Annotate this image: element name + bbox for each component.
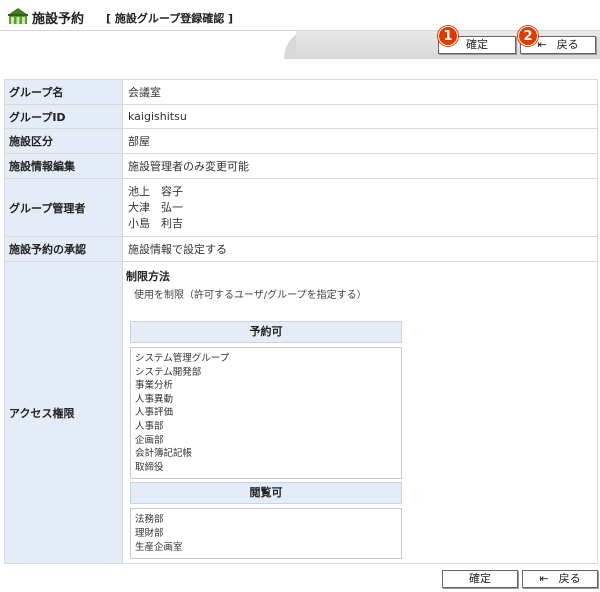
page-header: 施設予約 [ 施設グループ登録確認 ] xyxy=(0,0,600,30)
list-item: 取締役 xyxy=(135,461,164,473)
group-name-label: グループ名 xyxy=(4,79,123,105)
category-label: 施設区分 xyxy=(4,128,123,154)
callout-badge-2: 2 xyxy=(518,26,538,46)
callout-badge-1: 1 xyxy=(438,26,458,46)
page-subtitle: [ 施設グループ登録確認 ] xyxy=(106,12,234,25)
approval-label: 施設予約の承認 xyxy=(4,236,123,262)
table-row: グループ名 会議室 xyxy=(4,79,598,105)
table-row: 施設予約の承認 施設情報で設定する xyxy=(4,236,598,262)
restrict-title: 制限方法 xyxy=(126,270,170,283)
confirm-label: 確定 xyxy=(469,572,491,585)
group-id-value: kaigishitsu xyxy=(122,104,598,129)
access-label: アクセス権限 xyxy=(4,260,123,565)
view-list: 法務部 理財部 生産企画室 xyxy=(130,508,402,560)
approval-value: 施設情報で設定する xyxy=(122,236,598,262)
list-item: システム開発部 xyxy=(135,366,202,378)
table-row: グループID kaigishitsu xyxy=(4,104,598,129)
group-name-value: 会議室 xyxy=(122,79,598,105)
list-item: 人事評価 xyxy=(135,407,174,419)
list-item: 会計簿記記帳 xyxy=(135,448,193,460)
app-title: 施設予約 xyxy=(32,12,85,27)
manager-item: 池上 容子 xyxy=(128,184,183,198)
category-value: 部屋 xyxy=(122,128,598,154)
list-item: 人事部 xyxy=(135,420,164,432)
back-label: 戻る xyxy=(558,572,581,585)
list-item: 人事異動 xyxy=(135,393,174,405)
list-item: 生産企画室 xyxy=(135,541,183,553)
list-item: システム管理グループ xyxy=(135,353,230,364)
reserve-list: システム管理グループ システム開発部 事業分析 人事異動 人事評価 人事部 企画… xyxy=(130,347,402,480)
reserve-heading: 予約可 xyxy=(130,321,402,343)
back-button-bottom[interactable]: ⇤ 戻る xyxy=(522,570,598,588)
group-detail-table: グループ名 会議室 グループID kaigishitsu 施設区分 部屋 施設情… xyxy=(4,79,598,565)
confirm-label: 確定 xyxy=(466,38,488,51)
list-item: 理財部 xyxy=(135,527,164,539)
restrict-description: 使用を制限（許可するユーザ/グループを指定する） xyxy=(134,290,367,301)
edit-label: 施設情報編集 xyxy=(4,153,123,179)
back-arrow-icon: ⇤ xyxy=(537,38,547,51)
list-item: 事業分析 xyxy=(135,380,174,392)
access-value: 制限方法 使用を制限（許可するユーザ/グループを指定する） 予約可 システム管理… xyxy=(122,260,598,565)
manager-item: 大津 弘一 xyxy=(128,200,183,214)
table-row: アクセス権限 制限方法 使用を制限（許可するユーザ/グループを指定する） 予約可… xyxy=(4,260,598,565)
back-label: 戻る xyxy=(556,38,579,51)
back-arrow-icon: ⇤ xyxy=(539,572,549,585)
group-id-label: グループID xyxy=(4,104,123,129)
managers-value: 池上 容子 大津 弘一 小島 利吉 xyxy=(122,178,598,237)
facility-icon xyxy=(8,8,28,24)
list-item: 企画部 xyxy=(135,434,164,446)
list-item: 法務部 xyxy=(135,514,164,526)
edit-value: 施設管理者のみ変更可能 xyxy=(122,153,598,179)
manager-item: 小島 利吉 xyxy=(128,216,183,230)
table-row: グループ管理者 池上 容子 大津 弘一 小島 利吉 xyxy=(4,178,598,237)
table-row: 施設情報編集 施設管理者のみ変更可能 xyxy=(4,153,598,179)
confirm-button-bottom[interactable]: 確定 xyxy=(442,570,518,588)
view-heading: 閲覧可 xyxy=(130,482,402,505)
managers-label: グループ管理者 xyxy=(4,178,123,237)
table-row: 施設区分 部屋 xyxy=(4,128,598,154)
